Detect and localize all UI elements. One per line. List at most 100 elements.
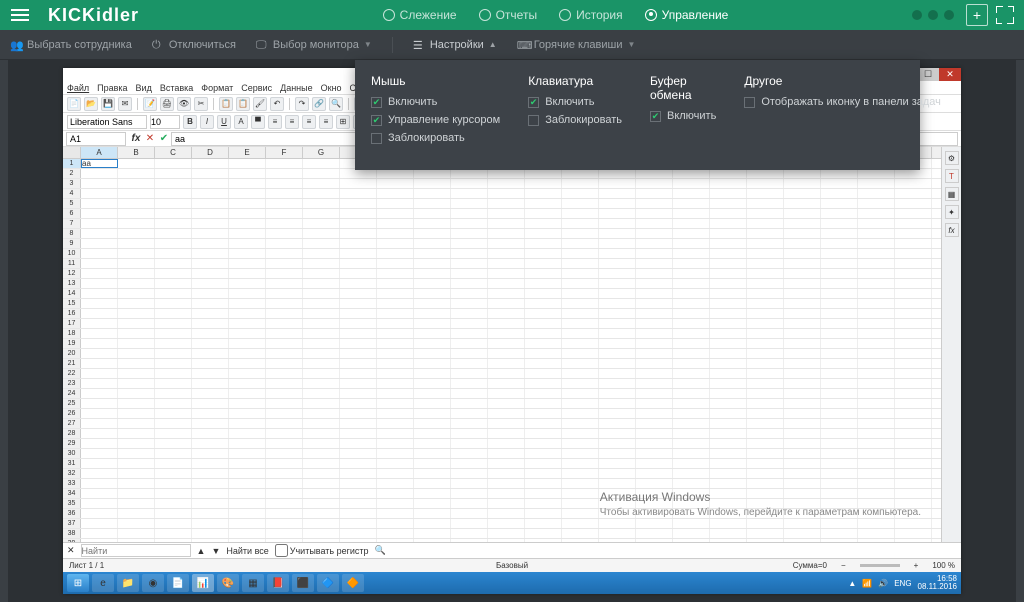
taskbar-app4[interactable]: 🔶 <box>342 574 364 592</box>
cell[interactable] <box>858 459 895 468</box>
cell[interactable] <box>155 189 192 198</box>
cell[interactable] <box>192 189 229 198</box>
cell[interactable] <box>710 399 747 408</box>
cell[interactable] <box>377 449 414 458</box>
cell[interactable] <box>821 459 858 468</box>
cell[interactable] <box>784 459 821 468</box>
cell[interactable] <box>229 309 266 318</box>
row-header[interactable]: 1 <box>63 159 81 168</box>
cell[interactable] <box>414 189 451 198</box>
cell[interactable] <box>599 429 636 438</box>
toolbar-button[interactable]: 🔍 <box>329 97 343 111</box>
cell[interactable] <box>821 509 858 518</box>
cell[interactable] <box>303 339 340 348</box>
toolbar-button[interactable]: 🖨 <box>160 97 174 111</box>
toolbar-button[interactable]: 🖌 <box>253 97 267 111</box>
cell[interactable] <box>895 409 932 418</box>
cell[interactable] <box>636 329 673 338</box>
cell[interactable] <box>858 249 895 258</box>
cell[interactable] <box>155 539 192 542</box>
format-button[interactable]: B <box>183 115 197 129</box>
cell[interactable] <box>488 239 525 248</box>
row-header[interactable]: 12 <box>63 269 81 278</box>
find-all-button[interactable]: Найти все <box>226 546 268 556</box>
cell[interactable] <box>488 299 525 308</box>
cell[interactable] <box>562 529 599 538</box>
cell[interactable] <box>673 219 710 228</box>
cell[interactable] <box>747 199 784 208</box>
cell[interactable] <box>821 519 858 528</box>
cell[interactable] <box>340 189 377 198</box>
cell[interactable] <box>747 409 784 418</box>
cell[interactable] <box>340 289 377 298</box>
cell[interactable] <box>118 449 155 458</box>
cell[interactable] <box>599 489 636 498</box>
cell[interactable] <box>636 169 673 178</box>
cell[interactable] <box>340 169 377 178</box>
cell[interactable] <box>414 219 451 228</box>
cell[interactable] <box>895 429 932 438</box>
zoom-in[interactable]: + <box>914 561 919 570</box>
cell[interactable] <box>303 289 340 298</box>
cell[interactable] <box>821 319 858 328</box>
cell[interactable] <box>118 489 155 498</box>
cell[interactable] <box>710 309 747 318</box>
cell[interactable] <box>340 349 377 358</box>
cell[interactable] <box>747 539 784 542</box>
cell[interactable] <box>377 229 414 238</box>
cell[interactable] <box>303 499 340 508</box>
cell[interactable] <box>895 249 932 258</box>
cell[interactable] <box>858 529 895 538</box>
cell[interactable] <box>229 529 266 538</box>
cell[interactable] <box>414 259 451 268</box>
cell[interactable] <box>673 469 710 478</box>
cell[interactable] <box>81 429 118 438</box>
cell[interactable] <box>821 249 858 258</box>
cell[interactable] <box>414 339 451 348</box>
row-header[interactable]: 30 <box>63 449 81 458</box>
cell[interactable] <box>525 509 562 518</box>
cell[interactable] <box>821 209 858 218</box>
cell[interactable] <box>599 509 636 518</box>
cell[interactable] <box>451 179 488 188</box>
cell[interactable] <box>525 299 562 308</box>
cell[interactable] <box>303 479 340 488</box>
cell[interactable] <box>340 209 377 218</box>
cell[interactable] <box>414 399 451 408</box>
cell[interactable] <box>155 329 192 338</box>
cell[interactable] <box>192 259 229 268</box>
cell[interactable] <box>303 319 340 328</box>
cell[interactable] <box>525 269 562 278</box>
cell[interactable] <box>266 269 303 278</box>
cell[interactable] <box>599 189 636 198</box>
cell[interactable] <box>858 279 895 288</box>
cell[interactable] <box>377 199 414 208</box>
cell[interactable] <box>229 439 266 448</box>
cell[interactable] <box>414 519 451 528</box>
cell[interactable] <box>562 419 599 428</box>
cell[interactable] <box>710 519 747 528</box>
cell[interactable] <box>895 449 932 458</box>
menu-format[interactable]: Формат <box>201 83 233 93</box>
cell[interactable] <box>895 359 932 368</box>
cell[interactable] <box>747 389 784 398</box>
cell[interactable] <box>821 169 858 178</box>
cell[interactable] <box>266 259 303 268</box>
cell[interactable] <box>155 269 192 278</box>
cell[interactable] <box>747 289 784 298</box>
zoom-slider[interactable] <box>860 564 900 567</box>
cell[interactable] <box>821 289 858 298</box>
cell[interactable] <box>673 509 710 518</box>
nav-control[interactable]: Управление <box>645 8 729 22</box>
cell[interactable] <box>636 489 673 498</box>
cell[interactable] <box>451 299 488 308</box>
cell[interactable] <box>377 519 414 528</box>
cell[interactable] <box>673 299 710 308</box>
cell[interactable] <box>192 249 229 258</box>
cell[interactable] <box>525 239 562 248</box>
cell[interactable] <box>488 309 525 318</box>
cell[interactable] <box>340 409 377 418</box>
cell[interactable] <box>266 239 303 248</box>
cell[interactable] <box>155 499 192 508</box>
cell[interactable] <box>303 429 340 438</box>
